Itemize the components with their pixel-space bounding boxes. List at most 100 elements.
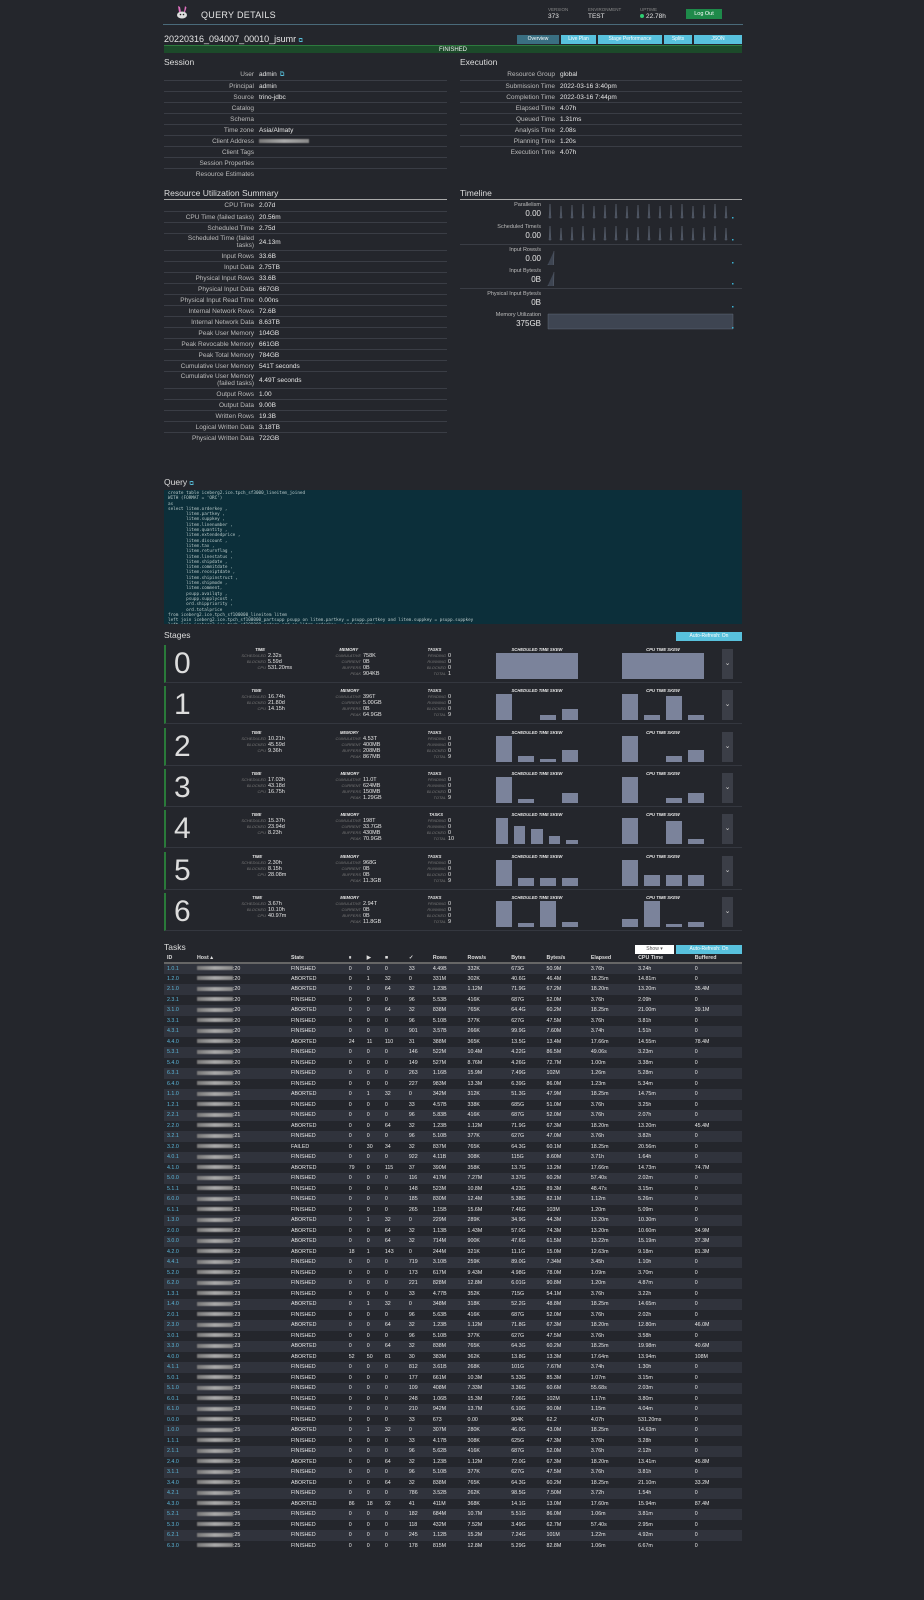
task-id-link[interactable]: 6.1.1 [167,1207,179,1213]
task-id-link[interactable]: 4.2.1 [167,1490,179,1496]
task-id-link[interactable]: 6.3.0 [167,1543,179,1549]
redacted-host [196,1291,233,1296]
task-id-link[interactable]: 5.2.0 [167,1270,179,1276]
tab-json[interactable]: JSON [694,35,742,44]
expand-stage-button[interactable]: ⌄ [722,855,733,886]
task-id-link[interactable]: 1.1.0 [167,1091,179,1097]
info-row: Written Rows 19.3B [164,410,447,421]
task-id-link[interactable]: 6.2.0 [167,1280,179,1286]
host-port: :21 [232,1154,241,1161]
cell: 0 [348,1185,352,1192]
task-id-link[interactable]: 4.2.0 [167,1249,179,1255]
cell: 18 [348,1248,355,1255]
task-id-link[interactable]: 2.0.0 [167,1228,179,1234]
cell: 0 [363,1173,382,1184]
task-id-link[interactable]: 5.0.0 [167,1175,179,1181]
tab-stage-performance[interactable]: Stage Performance [598,35,662,44]
cell: :21 [194,1121,288,1132]
task-id-link[interactable]: 6.3.1 [167,1070,179,1076]
task-id-link[interactable]: 2.1.0 [167,986,179,992]
task-id-link[interactable]: 5.3.1 [167,1049,179,1055]
task-id-link[interactable]: 3.4.0 [167,1480,179,1486]
stages-auto-refresh-button[interactable]: Auto-Refresh: On [676,632,742,641]
task-id-link[interactable]: 2.2.0 [167,1123,179,1129]
tab-overview[interactable]: Overview [517,35,559,44]
expand-stage-button[interactable]: ⌄ [722,731,733,762]
copy-icon[interactable]: ⧉ [280,71,285,79]
show-dropdown[interactable]: Show ▾ [635,945,674,954]
task-id-link[interactable]: 1.2.1 [167,1102,179,1108]
cell: 64.4G [508,1005,544,1016]
logout-button[interactable]: Log Out [686,9,722,19]
copy-icon[interactable]: ⧉ [299,38,303,44]
column-header[interactable]: Buffered [691,954,742,964]
task-id-link[interactable]: 3.1.0 [167,1007,179,1013]
task-id-link[interactable]: 1.0.0 [167,1427,179,1433]
tab-splits[interactable]: Splits [664,35,692,44]
task-id-link[interactable]: 4.1.1 [167,1364,179,1370]
column-header[interactable]: CPU Time [635,954,692,964]
task-id-link[interactable]: 5.2.1 [167,1511,179,1517]
task-id-link[interactable]: 3.0.1 [167,1333,179,1339]
tasks-auto-refresh-button[interactable]: Auto-Refresh: On [676,945,742,954]
column-header[interactable]: State [287,954,346,964]
task-id-link[interactable]: 5.4.0 [167,1060,179,1066]
task-id-link[interactable]: 0.0.0 [167,1417,179,1423]
task-id-link[interactable]: 2.3.0 [167,1322,179,1328]
task-id-link[interactable]: 1.3.0 [167,1217,179,1223]
task-id-link[interactable]: 3.2.0 [167,1144,179,1150]
task-id-link[interactable]: 6.1.0 [167,1406,179,1412]
task-id-link[interactable]: 3.0.0 [167,1238,179,1244]
column-header[interactable]: Elapsed [587,954,636,964]
task-id-link[interactable]: 4.3.1 [167,1028,179,1034]
task-id-link[interactable]: 6.2.1 [167,1532,179,1538]
cell: 0 [691,1110,742,1121]
task-id-link[interactable]: 2.2.1 [167,1112,179,1118]
task-id-link[interactable]: 6.0.1 [167,1396,179,1402]
expand-stage-button[interactable]: ⌄ [722,896,733,927]
expand-stage-button[interactable]: ⌄ [722,814,733,845]
column-header[interactable]: Bytes/s [543,954,588,964]
cell: ABORTED [290,975,317,982]
task-id-link[interactable]: 1.3.1 [167,1291,179,1297]
task-id-link[interactable]: 5.1.1 [167,1186,179,1192]
stage-tasks-group: TASKS PENDING 0 RUNNING 0 BLOCKED 0 TOTAL 1 [418,647,451,677]
skew-bar [566,840,578,845]
cell: 786 [405,1488,430,1499]
task-id-link[interactable]: 4.0.1 [167,1154,179,1160]
expand-stage-button[interactable]: ⌄ [722,649,733,679]
task-id-link[interactable]: 2.1.1 [167,1448,179,1454]
expand-stage-button[interactable]: ⌄ [722,690,733,721]
column-header[interactable]: Bytes [508,954,544,964]
task-id-link[interactable]: 4.4.0 [167,1039,179,1045]
task-id-link[interactable]: 1.4.0 [167,1301,179,1307]
task-id-link[interactable]: 4.4.1 [167,1259,179,1265]
task-id-link[interactable]: 4.0.0 [167,1354,179,1360]
task-id-link[interactable]: 5.0.1 [167,1375,179,1381]
task-id-link[interactable]: 1.0.1 [167,966,179,972]
column-header[interactable]: Rows [429,954,465,964]
task-id-link[interactable]: 3.3.1 [167,1018,179,1024]
expand-stage-button[interactable]: ⌄ [722,772,733,803]
task-id-link[interactable]: 1.2.0 [167,976,179,982]
task-id-link[interactable]: 3.3.0 [167,1343,179,1349]
column-header[interactable]: Host ▴ [193,954,288,964]
task-id-link[interactable]: 6.0.0 [167,1196,179,1202]
task-id-link[interactable]: 2.0.1 [167,1312,179,1318]
task-id-link[interactable]: 3.1.1 [167,1469,179,1475]
task-id-link[interactable]: 1.1.1 [167,1438,179,1444]
task-id-link[interactable]: 3.2.1 [167,1133,179,1139]
task-id-link[interactable]: 5.1.0 [167,1385,179,1391]
task-id-link[interactable]: 6.4.0 [167,1081,179,1087]
column-header[interactable]: ID [164,954,194,964]
query-text[interactable]: create table iceberg2.ice.tpch_sf3000_li… [164,490,742,624]
task-id-link[interactable]: 2.4.0 [167,1459,179,1465]
column-header[interactable]: Rows/s [464,954,509,964]
task-id-link[interactable]: 4.3.0 [167,1501,179,1507]
task-id-link[interactable]: 5.3.0 [167,1522,179,1528]
cell: 0 [384,1416,388,1423]
tab-live-plan[interactable]: Live Plan [561,35,596,44]
task-id-link[interactable]: 2.3.1 [167,997,179,1003]
task-id-link[interactable]: 4.1.0 [167,1165,179,1171]
copy-icon[interactable]: ⧉ [190,481,194,487]
